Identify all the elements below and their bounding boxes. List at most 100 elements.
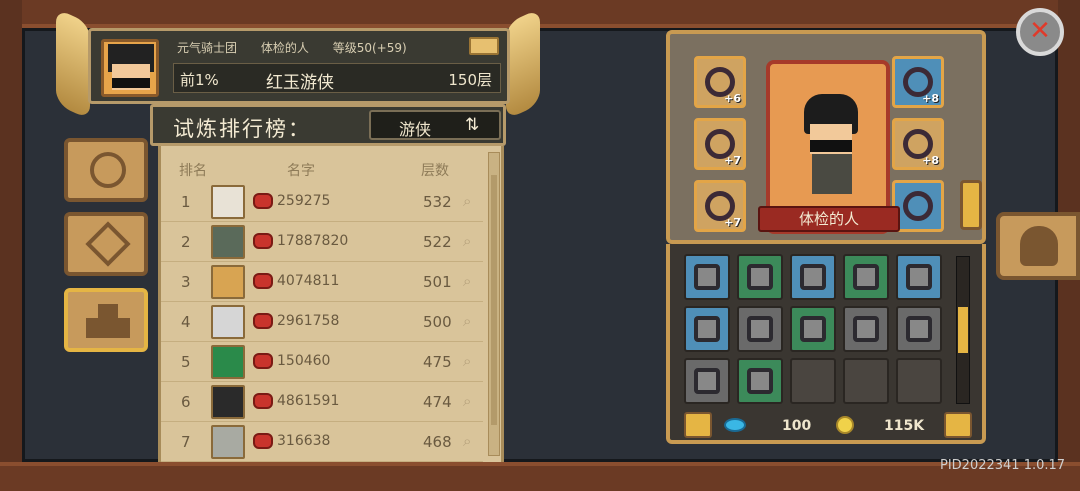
equipment-level: +7 bbox=[724, 216, 741, 229]
row-avatar bbox=[211, 265, 245, 299]
row-rank: 2 bbox=[181, 233, 191, 251]
class-filter-button[interactable]: 游侠 ⇅ bbox=[369, 110, 501, 140]
inventory-slot[interactable] bbox=[737, 358, 783, 404]
equipment-slot[interactable]: +8 bbox=[892, 118, 944, 170]
leaderboard-row[interactable]: 6 4861591 474 ⌕ bbox=[161, 382, 483, 422]
coin-count: 115K bbox=[884, 418, 925, 434]
inventory-slot-empty[interactable] bbox=[790, 358, 836, 404]
tab-diamond[interactable] bbox=[64, 212, 148, 276]
row-rank: 7 bbox=[181, 433, 191, 451]
player-floor: 150层 bbox=[448, 71, 492, 89]
player-info-line: 元气骑士团 体检的人 等级50(+59) bbox=[177, 39, 427, 56]
row-rank: 3 bbox=[181, 273, 191, 291]
leaderboard-row[interactable]: 7 316638 468 ⌕ bbox=[161, 422, 483, 462]
leaderboard-row[interactable]: 5 150460 475 ⌕ bbox=[161, 342, 483, 382]
equipment-slot[interactable]: +8 bbox=[892, 56, 944, 108]
leaderboard-row[interactable]: 4 2961758 500 ⌕ bbox=[161, 302, 483, 342]
panel-pull-tab[interactable] bbox=[960, 180, 982, 230]
ticket-icon[interactable] bbox=[469, 37, 499, 55]
inventory-item-icon bbox=[747, 316, 773, 342]
leaderboard-row[interactable]: 2 17887820 522 ⌕ bbox=[161, 222, 483, 262]
inventory-slot[interactable] bbox=[684, 254, 730, 300]
inventory-item-icon bbox=[853, 264, 879, 290]
magnify-icon[interactable]: ⌕ bbox=[463, 312, 471, 330]
inventory-slot[interactable] bbox=[737, 306, 783, 352]
equipment-slot[interactable]: +7 bbox=[694, 180, 746, 232]
inventory-slot-empty[interactable] bbox=[843, 358, 889, 404]
row-player-id: 4074811 bbox=[277, 273, 340, 289]
row-player-id: 2961758 bbox=[277, 313, 340, 329]
tab-podium[interactable] bbox=[64, 288, 148, 352]
scroll-thumb[interactable] bbox=[491, 175, 497, 425]
left-wing-ornament bbox=[56, 8, 90, 120]
gem-count: 100 bbox=[782, 418, 812, 434]
guild-name: 元气骑士团 bbox=[177, 41, 238, 55]
inventory-slot[interactable] bbox=[684, 306, 730, 352]
inventory-slot[interactable] bbox=[896, 306, 942, 352]
frame-bottom bbox=[0, 462, 1080, 491]
row-rank: 4 bbox=[181, 313, 191, 331]
inventory-slot[interactable] bbox=[843, 254, 889, 300]
row-player-id: 150460 bbox=[277, 353, 331, 369]
player-title: 体检的人 bbox=[260, 41, 309, 55]
row-rank: 1 bbox=[181, 193, 191, 211]
swap-icon: ⇅ bbox=[465, 115, 480, 135]
inventory-slot[interactable] bbox=[790, 306, 836, 352]
leaderboard-scrollbar[interactable] bbox=[488, 152, 500, 456]
row-bag-icon bbox=[253, 353, 273, 369]
equipment-slot[interactable]: +6 bbox=[694, 56, 746, 108]
leaderboard-titlebar: 试炼排行榜： 游侠 ⇅ bbox=[150, 104, 506, 146]
inventory-scrollbar[interactable] bbox=[956, 256, 970, 404]
tab-leaf[interactable] bbox=[64, 138, 148, 202]
helmet-tab[interactable] bbox=[996, 212, 1080, 280]
inventory-slot[interactable] bbox=[843, 306, 889, 352]
row-avatar bbox=[211, 305, 245, 339]
row-avatar bbox=[211, 185, 245, 219]
header-rank: 排名 bbox=[179, 163, 207, 179]
row-bag-icon bbox=[253, 433, 273, 449]
inventory-slot-empty[interactable] bbox=[896, 358, 942, 404]
close-button[interactable]: ✕ bbox=[1016, 8, 1064, 56]
inventory-slot[interactable] bbox=[790, 254, 836, 300]
row-bag-icon bbox=[253, 393, 273, 409]
row-floors: 475 bbox=[423, 353, 452, 371]
leaderboard-row[interactable]: 1 259275 532 ⌕ bbox=[161, 182, 483, 222]
inventory-slot[interactable] bbox=[896, 254, 942, 300]
magnify-icon[interactable]: ⌕ bbox=[463, 192, 471, 210]
row-floors: 532 bbox=[423, 193, 452, 211]
row-floors: 474 bbox=[423, 393, 452, 411]
inventory-scroll-thumb[interactable] bbox=[958, 307, 968, 353]
equipment-level: +8 bbox=[922, 154, 939, 167]
leaderboard-row[interactable]: 3 4074811 501 ⌕ bbox=[161, 262, 483, 302]
magnify-icon[interactable]: ⌕ bbox=[463, 432, 471, 450]
leaderboard-list[interactable]: 排名 名字 层数 1 259275 532 ⌕ 2 17887820 522 ⌕ 3 407481… bbox=[158, 146, 504, 462]
row-floors: 522 bbox=[423, 233, 452, 251]
magnify-icon[interactable]: ⌕ bbox=[463, 392, 471, 410]
magnify-icon[interactable]: ⌕ bbox=[463, 232, 471, 250]
row-player-id: 316638 bbox=[277, 433, 331, 449]
magnify-icon[interactable]: ⌕ bbox=[463, 272, 471, 290]
inventory-item-icon bbox=[906, 316, 932, 342]
leaf-icon bbox=[90, 152, 126, 188]
row-avatar bbox=[211, 225, 245, 259]
magnify-icon[interactable]: ⌕ bbox=[463, 352, 471, 370]
inventory-item-icon bbox=[694, 368, 720, 394]
row-bag-icon bbox=[253, 233, 273, 249]
game-screen: 元气骑士团 体检的人 等级50(+59) 前1% 红玉游侠 150层 试炼排行榜… bbox=[0, 0, 1080, 491]
row-avatar bbox=[211, 345, 245, 379]
coin-icon bbox=[836, 416, 854, 434]
version-label: PID2022341 1.0.17 bbox=[940, 458, 1066, 473]
rank-percent: 前1% bbox=[180, 71, 219, 89]
equipment-level: +7 bbox=[724, 154, 741, 167]
player-avatar bbox=[101, 39, 159, 97]
lock-icon[interactable] bbox=[684, 412, 712, 438]
inventory-slot[interactable] bbox=[684, 358, 730, 404]
grid-icon[interactable] bbox=[944, 412, 972, 438]
inventory-item-icon bbox=[747, 368, 773, 394]
inventory-item-icon bbox=[853, 316, 879, 342]
row-avatar bbox=[211, 385, 245, 419]
leaderboard-title: 试炼排行榜： bbox=[173, 117, 311, 141]
inventory-slot[interactable] bbox=[737, 254, 783, 300]
equipment-slot[interactable]: +7 bbox=[694, 118, 746, 170]
inventory-item-icon bbox=[906, 264, 932, 290]
